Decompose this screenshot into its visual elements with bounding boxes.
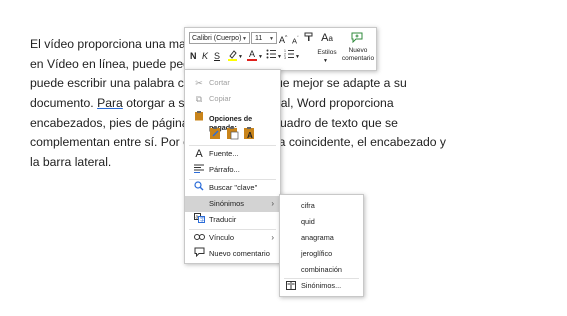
bold-button[interactable]: N bbox=[190, 50, 197, 62]
text-segment: la barra lateral. bbox=[30, 155, 112, 170]
text-segment: documento. bbox=[30, 96, 98, 111]
chevron-right-icon: › bbox=[271, 233, 274, 242]
search-icon bbox=[193, 180, 205, 196]
font-size-value: 11 bbox=[255, 35, 263, 42]
styles-button[interactable]: Aa Estilos ▼ bbox=[315, 31, 339, 67]
menu-item-link-label: Vínculo bbox=[209, 233, 235, 242]
chevron-down-icon[interactable]: ▼ bbox=[277, 51, 282, 63]
chevron-down-icon[interactable]: ▼ bbox=[258, 51, 263, 63]
translate-icon: a字 bbox=[193, 212, 205, 228]
bullets-icon[interactable] bbox=[266, 49, 277, 62]
menu-item-synonyms[interactable]: Sinónimos › bbox=[185, 196, 280, 212]
menu-item-translate-label: Traducir bbox=[209, 215, 237, 224]
context-menu: ✂ Cortar ⧉ Copiar Opciones de pegado: A … bbox=[184, 69, 281, 264]
menu-item-search-label: Buscar "clave" bbox=[209, 183, 258, 192]
menu-item-font-label: Fuente... bbox=[209, 149, 239, 158]
highlight-icon[interactable] bbox=[226, 49, 238, 64]
font-color-icon[interactable]: A bbox=[246, 48, 258, 61]
numbering-icon[interactable]: 123 bbox=[284, 49, 295, 62]
menu-item-paragraph[interactable]: Párrafo... bbox=[185, 162, 280, 178]
paste-merge-format-icon[interactable] bbox=[226, 126, 239, 140]
menu-item-synonyms-label: Sinónimos bbox=[209, 199, 245, 208]
paste-keep-source-icon[interactable] bbox=[209, 126, 222, 140]
menu-item-paragraph-label: Párrafo... bbox=[209, 165, 240, 174]
chevron-down-icon[interactable]: ▼ bbox=[238, 51, 243, 63]
styles-label: Estilos bbox=[317, 49, 337, 56]
svg-text:字: 字 bbox=[199, 217, 204, 223]
synonym-item[interactable]: anagrama bbox=[301, 233, 334, 242]
new-comment-toolbar-button[interactable]: Nuevo comentario bbox=[341, 31, 375, 67]
chevron-down-icon[interactable]: ▼ bbox=[295, 51, 300, 63]
text-segment: en Vídeo en línea, puede pega bbox=[30, 56, 197, 71]
menu-item-link[interactable]: Vínculo › bbox=[185, 230, 280, 246]
menu-item-copy-label: Copiar bbox=[209, 94, 232, 103]
menu-divider bbox=[284, 278, 359, 279]
svg-text:A: A bbox=[247, 131, 253, 140]
styles-icon: Aa bbox=[321, 32, 333, 44]
svg-text:3: 3 bbox=[284, 56, 286, 59]
menu-item-thesaurus[interactable]: Sinónimos... bbox=[301, 281, 341, 290]
document-line: documento. Para otorgar a suspecto profe… bbox=[30, 94, 560, 114]
comment-icon bbox=[351, 32, 363, 46]
menu-item-search[interactable]: Buscar "clave" bbox=[185, 180, 280, 196]
paragraph-icon bbox=[193, 162, 205, 178]
underline-button[interactable]: S bbox=[214, 50, 220, 62]
paste-text-only-icon[interactable]: A bbox=[243, 126, 256, 140]
new-comment-label: Nuevo comentario bbox=[341, 47, 375, 62]
synonyms-submenu: cifra quid anagrama jeroglífico combinac… bbox=[279, 194, 364, 297]
mini-toolbar: Calibri (Cuerpo) ▼ 11 ▼ A^ Aˇ N K S ▼ A … bbox=[184, 27, 377, 71]
font-name-box[interactable]: Calibri (Cuerpo) ▼ bbox=[189, 32, 250, 44]
menu-item-font[interactable]: A Fuente... bbox=[185, 146, 280, 162]
format-painter-icon[interactable] bbox=[304, 32, 314, 46]
comment-icon bbox=[193, 246, 205, 262]
menu-item-copy[interactable]: ⧉ Copiar bbox=[185, 91, 280, 107]
shrink-font-icon[interactable]: Aˇ bbox=[292, 33, 299, 48]
menu-item-cut[interactable]: ✂ Cortar bbox=[185, 75, 280, 91]
synonym-item[interactable]: cifra bbox=[301, 201, 315, 210]
selected-word: Para bbox=[97, 96, 123, 111]
chevron-right-icon: › bbox=[271, 199, 274, 208]
link-icon bbox=[193, 230, 205, 246]
thesaurus-icon bbox=[286, 281, 296, 292]
document-line: complementan entre sí. Por ejegar una po… bbox=[30, 133, 560, 153]
font-color-swatch bbox=[247, 59, 257, 61]
synonym-item[interactable]: combinación bbox=[301, 265, 342, 274]
scissors-icon: ✂ bbox=[195, 78, 203, 88]
text-segment: El vídeo proporciona una man bbox=[30, 37, 193, 51]
italic-button[interactable]: K bbox=[202, 50, 208, 62]
menu-item-new-comment-label: Nuevo comentario bbox=[209, 249, 270, 258]
font-color-label: A bbox=[248, 49, 255, 59]
grow-font-icon[interactable]: A^ bbox=[279, 32, 287, 46]
synonym-item[interactable]: jeroglífico bbox=[301, 249, 332, 258]
chevron-down-icon: ▼ bbox=[323, 58, 328, 64]
menu-item-translate[interactable]: a字 Traducir bbox=[185, 212, 280, 228]
document-line: la barra lateral. bbox=[30, 153, 560, 173]
document-line: encabezados, pies de página,a y diseños … bbox=[30, 114, 560, 134]
text-segment: encabezados, pies de página, bbox=[30, 115, 192, 130]
menu-item-new-comment[interactable]: Nuevo comentario bbox=[185, 246, 280, 262]
clipboard-icon bbox=[194, 110, 204, 123]
font-icon: A bbox=[195, 148, 203, 160]
text-segment: puede escribir una palabra cla bbox=[30, 76, 194, 91]
font-name-value: Calibri (Cuerpo) bbox=[192, 35, 242, 42]
text-segment: complementan entre sí. Por ej bbox=[30, 135, 193, 150]
chevron-down-icon: ▼ bbox=[269, 36, 274, 42]
document-line: puede escribir una palabra clalínea el v… bbox=[30, 74, 560, 94]
synonym-item[interactable]: quid bbox=[301, 217, 315, 226]
menu-item-cut-label: Cortar bbox=[209, 78, 230, 87]
font-size-box[interactable]: 11 ▼ bbox=[251, 32, 277, 44]
text-segment: otorgar a su bbox=[122, 96, 192, 111]
chevron-down-icon: ▼ bbox=[242, 36, 247, 42]
copy-icon: ⧉ bbox=[195, 94, 203, 104]
